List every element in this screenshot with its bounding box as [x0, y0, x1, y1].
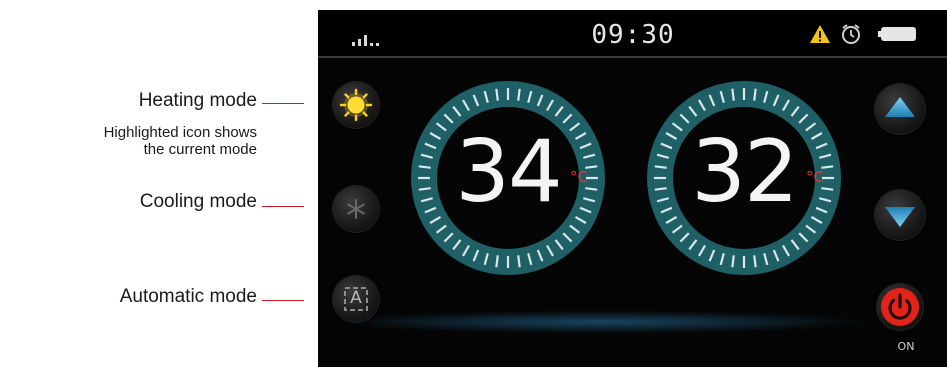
power-icon: [881, 288, 919, 326]
arrow-down-icon: [885, 207, 915, 227]
temperature-unit-right: °C: [806, 168, 824, 186]
automatic-mode-annotation: Automatic mode: [119, 286, 257, 307]
signal-icon: [352, 32, 392, 46]
dial-tick: [495, 255, 499, 268]
dial-tick: [517, 88, 521, 101]
cooling-mode-annotation: Cooling mode: [139, 191, 257, 212]
clock-time: 09:30: [591, 20, 675, 50]
temperature-unit-left: °C: [570, 168, 588, 186]
temperature-down-button[interactable]: [875, 190, 925, 240]
power-button[interactable]: [877, 284, 923, 330]
automatic-leader-line: [262, 300, 304, 301]
heating-mode-button[interactable]: [333, 82, 379, 128]
status-bar: 09:30: [318, 10, 947, 58]
heating-mode-annotation: Heating mode: [138, 90, 257, 111]
dial-tick: [731, 88, 735, 101]
dial-tick: [731, 255, 735, 268]
bottom-glow: [318, 302, 947, 342]
temperature-dial-right: 32 °C: [646, 80, 842, 276]
snowflake-icon: [347, 199, 365, 219]
temperature-dial-left: 34 °C: [410, 80, 606, 276]
heating-note-line2: the current mode: [143, 141, 257, 158]
sun-icon: [339, 88, 373, 122]
arrow-up-icon: [885, 97, 915, 117]
heating-leader-line: [262, 103, 304, 104]
dial-tick: [517, 255, 521, 268]
temperature-up-button[interactable]: [875, 84, 925, 134]
heating-note-line1: Highlighted icon shows: [103, 124, 257, 141]
battery-icon: [878, 27, 916, 41]
alarm-clock-icon: [842, 24, 860, 44]
thermostat-screen: 09:30 A 34 °C 32 °C ON: [318, 10, 947, 367]
cooling-mode-button[interactable]: [333, 186, 379, 232]
power-status-label: ON: [897, 340, 915, 353]
dial-tick: [753, 255, 757, 268]
auto-icon-label: A: [350, 288, 362, 308]
cooling-leader-line: [262, 206, 304, 207]
dial-tick: [495, 88, 499, 101]
automatic-mode-button[interactable]: A: [333, 276, 379, 322]
warning-icon: [810, 25, 830, 43]
dial-tick: [753, 88, 757, 101]
